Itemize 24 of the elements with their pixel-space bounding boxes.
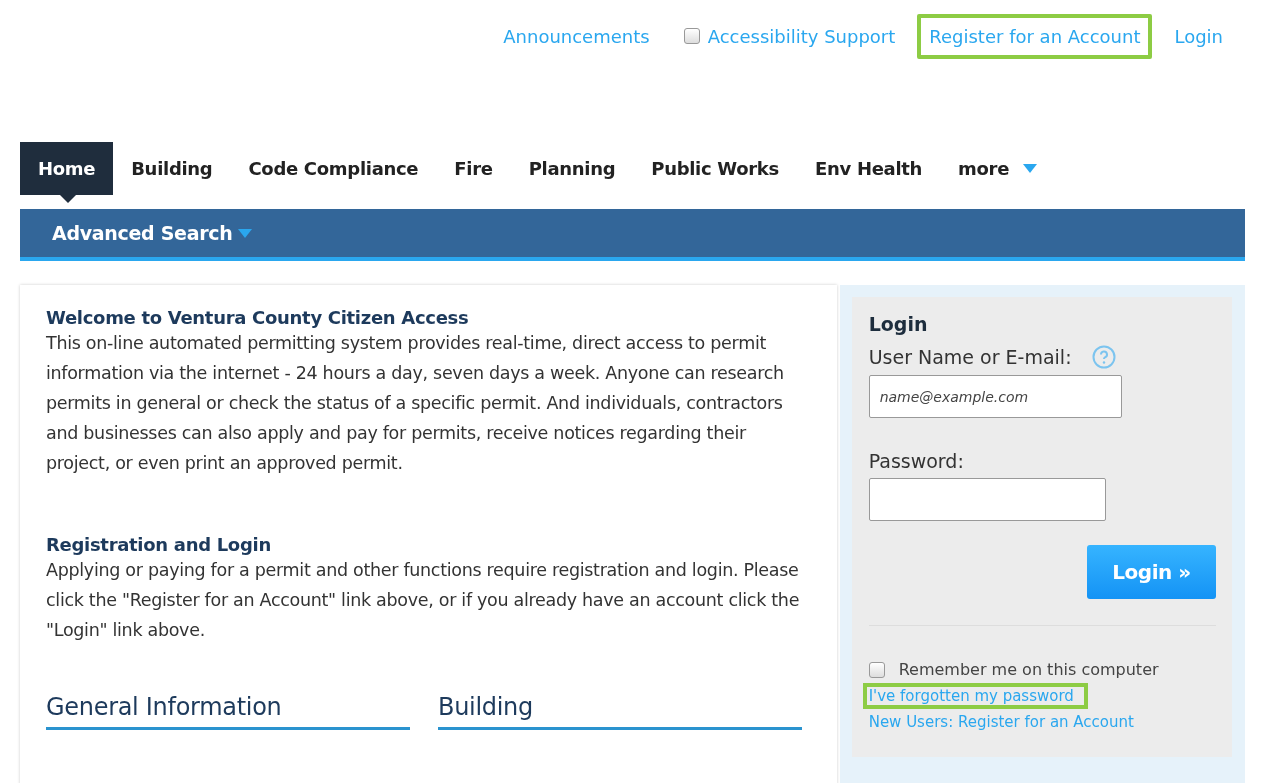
- nav-tab[interactable]: Public Works: [633, 142, 797, 195]
- section-heading: Registration and Login: [46, 534, 272, 555]
- advanced-search-menu[interactable]: Advanced Search: [52, 222, 253, 244]
- nav-tab[interactable]: Building: [113, 142, 231, 195]
- nav-tab[interactable]: Env Health: [796, 142, 941, 195]
- caret-icon: [238, 228, 253, 238]
- pointer-icon: [60, 195, 76, 203]
- password-label: Password:: [868, 450, 965, 472]
- nav-tab[interactable]: Code Compliance: [230, 142, 437, 195]
- nav-tab[interactable]: Planning: [510, 142, 634, 195]
- username-field[interactable]: name@example.com: [868, 375, 1122, 418]
- nav-tab[interactable]: more: [940, 142, 1056, 195]
- category-heading: Building: [438, 693, 802, 730]
- password-field[interactable]: [868, 478, 1106, 521]
- help-icon[interactable]: [1091, 345, 1116, 369]
- nav-tab[interactable]: Fire: [436, 142, 511, 195]
- remember-checkbox[interactable]: [868, 661, 885, 678]
- remember-label: Remember me on this computer: [898, 660, 1159, 679]
- paragraph: This on-line automated permitting system provides real-time, direct access to permit information via the internet - 24 hours a day, seven days a week. Anyone can research permits in general or check the status of a specific permit. And individuals, contractors and businesses can also apply and pay for permits, receive notices regarding their project, or even print an approved permit.: [46, 332, 785, 475]
- username-label: User Name or E-mail:: [868, 346, 1072, 368]
- section-heading: Welcome to Ventura County Citizen Access: [46, 307, 470, 328]
- paragraph: Applying or paying for a permit and other functions require registration and login. Please click the "Register for an Account" link above, or if you already have an account click the "Login" link above.: [46, 559, 801, 642]
- category-heading: General Information: [46, 693, 410, 730]
- login-title: Login: [868, 313, 929, 335]
